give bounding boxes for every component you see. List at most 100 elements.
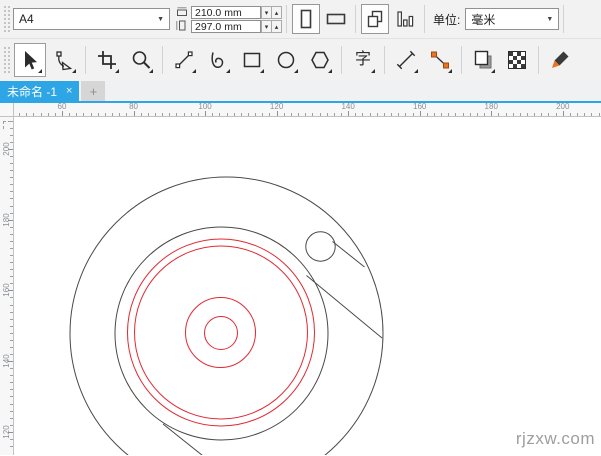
page-size-select[interactable]: A4 ▼ bbox=[13, 8, 170, 30]
tab-close-icon[interactable]: × bbox=[66, 86, 72, 97]
ruler-tick bbox=[584, 113, 585, 116]
ruler-tick bbox=[10, 255, 13, 256]
red-ring-inner[interactable] bbox=[135, 246, 308, 419]
curve-icon bbox=[207, 49, 229, 71]
ruler-tick bbox=[10, 206, 13, 207]
shape-node-icon bbox=[53, 49, 75, 71]
tool-transparency[interactable] bbox=[501, 43, 533, 77]
ruler-tick bbox=[506, 113, 507, 116]
ruler-tick bbox=[10, 326, 13, 327]
ruler-tick bbox=[427, 113, 428, 116]
page-height-increase-button[interactable]: ▴ bbox=[271, 20, 282, 33]
page-height-input[interactable]: 297.0 mm bbox=[191, 20, 261, 33]
new-document-tab-button[interactable]: + bbox=[81, 81, 105, 101]
tool-shape[interactable] bbox=[48, 43, 80, 77]
ruler-tick bbox=[420, 111, 421, 116]
ruler-tick bbox=[327, 113, 328, 116]
red-ring-outer[interactable] bbox=[128, 239, 315, 426]
tool-freehand[interactable] bbox=[168, 43, 200, 77]
divider bbox=[563, 5, 564, 33]
ruler-tick bbox=[320, 113, 321, 116]
freehand-line-icon bbox=[173, 49, 195, 71]
current-page-layout-button[interactable] bbox=[391, 4, 419, 34]
tool-connector[interactable] bbox=[424, 43, 456, 77]
ruler-tick bbox=[126, 113, 127, 116]
ruler-tick bbox=[491, 111, 492, 116]
bottom-tangent-line[interactable] bbox=[163, 424, 203, 455]
tool-bezier[interactable] bbox=[202, 43, 234, 77]
ruler-tick bbox=[398, 113, 399, 116]
toolbar-grip[interactable] bbox=[2, 45, 10, 75]
ruler-label: 80 bbox=[129, 103, 138, 111]
page-width-increase-button[interactable]: ▴ bbox=[271, 6, 282, 19]
all-pages-layout-button[interactable] bbox=[361, 4, 389, 34]
rectangle-icon bbox=[241, 49, 263, 71]
page-height-icon bbox=[176, 20, 188, 31]
tool-dimension[interactable] bbox=[390, 43, 422, 77]
ruler-tick bbox=[205, 111, 206, 116]
divider bbox=[162, 46, 163, 74]
ruler-tick bbox=[55, 113, 56, 116]
divider bbox=[341, 46, 342, 74]
ruler-tick bbox=[62, 111, 63, 116]
divider bbox=[355, 5, 356, 33]
ruler-tick bbox=[162, 113, 163, 116]
document-tab-label: 未命名 -1 bbox=[7, 83, 57, 100]
horizontal-ruler[interactable]: 6080100120140160180200 bbox=[14, 103, 601, 117]
ruler-tick bbox=[234, 113, 235, 116]
page-width-input[interactable]: 210.0 mm bbox=[191, 6, 261, 19]
tool-rectangle[interactable] bbox=[236, 43, 268, 77]
ruler-tick bbox=[455, 113, 456, 116]
pin-hole-circle[interactable] bbox=[306, 232, 335, 261]
ruler-tick bbox=[10, 305, 13, 306]
units-select[interactable]: 毫米 ▼ bbox=[465, 8, 559, 30]
ruler-label: 180 bbox=[485, 103, 498, 111]
ruler-tick bbox=[10, 135, 13, 136]
tool-zoom[interactable] bbox=[125, 43, 157, 77]
ruler-tick bbox=[448, 113, 449, 116]
ruler-corner[interactable] bbox=[0, 103, 14, 117]
hub-circle[interactable] bbox=[186, 298, 256, 368]
stacked-pages-icon bbox=[364, 8, 386, 30]
checkerboard-icon bbox=[506, 49, 528, 71]
portrait-orientation-button[interactable] bbox=[292, 4, 320, 34]
landscape-orientation-button[interactable] bbox=[322, 4, 350, 34]
ruler-tick bbox=[513, 113, 514, 116]
ruler-label: 60 bbox=[58, 103, 67, 111]
ruler-tick bbox=[434, 113, 435, 116]
ruler-tick bbox=[191, 113, 192, 116]
dimension-line-icon bbox=[395, 49, 417, 71]
ruler-tick bbox=[10, 297, 13, 298]
slot-line-upper[interactable] bbox=[333, 242, 365, 268]
tool-polygon[interactable] bbox=[304, 43, 336, 77]
ruler-tick bbox=[362, 113, 363, 116]
page-bars-icon bbox=[394, 8, 416, 30]
ruler-tick bbox=[470, 113, 471, 116]
ellipse-icon bbox=[275, 49, 297, 71]
ruler-tick bbox=[377, 113, 378, 116]
page-size-value: A4 bbox=[19, 12, 34, 26]
vertical-ruler[interactable]: 200180160140120 bbox=[0, 117, 14, 455]
drawing-canvas[interactable]: rjzxw.com bbox=[14, 117, 601, 455]
bore-circle[interactable] bbox=[205, 317, 238, 350]
ruler-tick bbox=[298, 113, 299, 116]
ruler-tick bbox=[10, 177, 13, 178]
ruler-tick bbox=[10, 191, 13, 192]
ruler-tick bbox=[141, 113, 142, 116]
tool-drop-shadow[interactable] bbox=[467, 43, 499, 77]
tool-text[interactable]: 字 bbox=[347, 43, 379, 77]
inner-rim-circle[interactable] bbox=[115, 227, 328, 440]
ruler-tick bbox=[269, 113, 270, 116]
tool-ellipse[interactable] bbox=[270, 43, 302, 77]
toolbar-grip[interactable] bbox=[2, 4, 10, 34]
ruler-tick bbox=[520, 113, 521, 116]
chevron-down-icon: ▼ bbox=[546, 16, 553, 23]
ruler-tick bbox=[76, 113, 77, 116]
slot-line-lower[interactable] bbox=[307, 276, 383, 339]
tool-color-eyedropper[interactable] bbox=[544, 43, 576, 77]
ruler-tick bbox=[277, 111, 278, 116]
tool-crop[interactable] bbox=[91, 43, 123, 77]
coreldraw-window: A4 ▼ 210.0 mm ▾ ▴ 297.0 mm ▾ ▴ bbox=[0, 0, 601, 456]
document-tab[interactable]: 未命名 -1 × bbox=[0, 81, 79, 101]
tool-pick[interactable] bbox=[14, 43, 46, 77]
